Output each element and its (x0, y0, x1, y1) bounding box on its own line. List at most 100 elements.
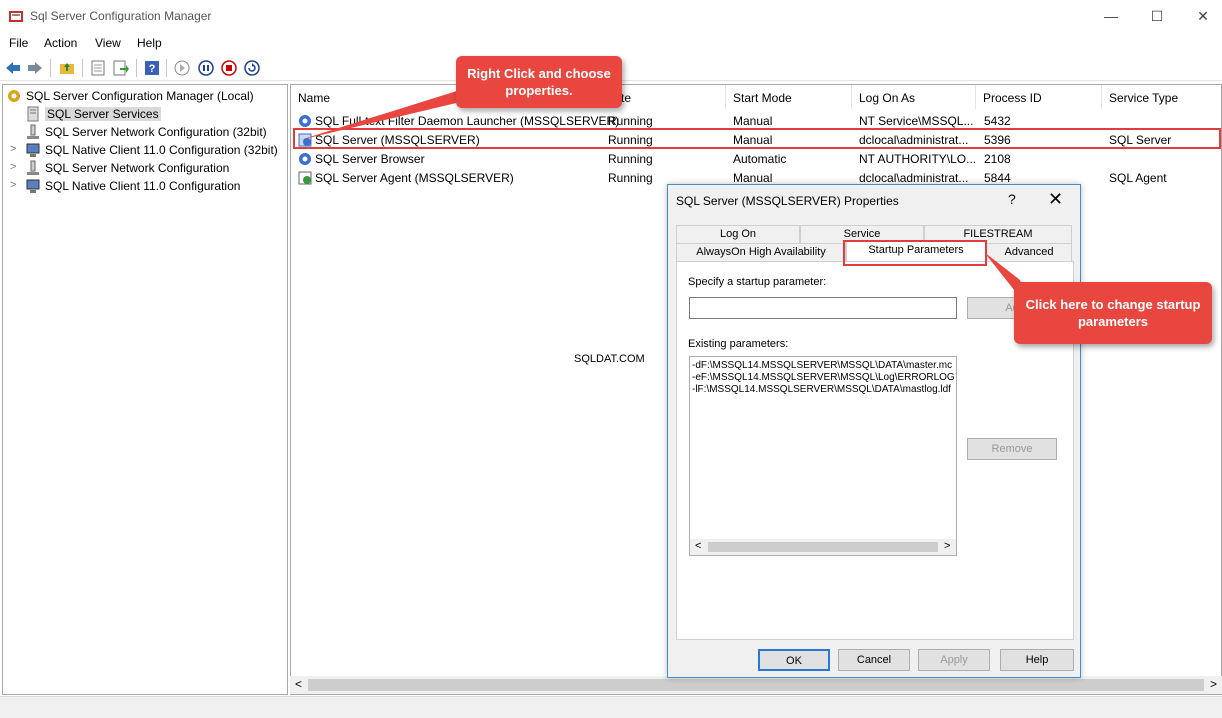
stop-icon[interactable] (220, 59, 238, 77)
row-start-mode: Manual (733, 114, 773, 128)
existing-parameters-list[interactable]: -dF:\MSSQL14.MSSQLSERVER\MSSQL\DATA\mast… (689, 356, 957, 556)
remove-button[interactable]: Remove (967, 438, 1057, 460)
parameter-item[interactable]: -eF:\MSSQL14.MSSQLSERVER\MSSQL\Log\ERROR… (692, 372, 955, 384)
callout-right-click: Right Click and choose properties. (456, 56, 622, 108)
row-log-on-as: NT AUTHORITY\LO... (859, 152, 977, 166)
column-divider (975, 85, 976, 109)
help-icon[interactable]: ? (143, 59, 161, 77)
watermark: SQLDAT.COM (574, 353, 645, 365)
startup-parameter-input[interactable] (689, 297, 957, 319)
parameters-horizontal-scrollbar[interactable]: < > (690, 539, 956, 555)
scroll-right-arrow-icon[interactable]: > (1210, 677, 1217, 691)
tree-pane: SQL Server Configuration Manager (Local)… (2, 84, 288, 695)
menu-action[interactable]: Action (44, 36, 77, 50)
tree-item-native-client[interactable]: SQL Native Client 11.0 Configuration (25, 177, 240, 195)
tree-item-network-config[interactable]: SQL Server Network Configuration (25, 159, 229, 177)
scroll-left-arrow-icon[interactable]: < (695, 540, 701, 552)
scroll-thumb[interactable] (308, 679, 1204, 691)
maximize-button[interactable]: ☐ (1134, 4, 1180, 28)
tree-item-label: SQL Server Services (45, 107, 161, 121)
tree-root-label: SQL Server Configuration Manager (Local) (26, 89, 254, 103)
tree-item-label: SQL Native Client 11.0 Configuration (45, 179, 241, 193)
dialog-title: SQL Server (MSSQLSERVER) Properties (676, 194, 899, 208)
row-log-on-as: dclocal\administrat... (859, 171, 969, 185)
tab-log-on[interactable]: Log On (676, 225, 800, 243)
toolbar-separator (50, 59, 51, 77)
apply-button[interactable]: Apply (918, 649, 990, 671)
row-name[interactable]: SQL Server Agent (MSSQLSERVER) (315, 171, 514, 185)
svg-text:?: ? (149, 63, 156, 75)
app-icon (9, 11, 23, 22)
properties-icon[interactable] (89, 59, 107, 77)
tree-item-network-config-32bit[interactable]: SQL Server Network Configuration (32bit) (25, 123, 267, 141)
network-config-icon (27, 160, 39, 175)
config-manager-icon (8, 90, 20, 102)
row-process-id: 2108 (984, 152, 1011, 166)
start-icon[interactable] (173, 59, 191, 77)
column-header-start-mode[interactable]: Start Mode (733, 91, 792, 105)
row-service-type: SQL Agent (1109, 171, 1167, 185)
back-icon[interactable] (4, 59, 22, 77)
status-bar (0, 696, 1222, 718)
callout-change-params: Click here to change startup parameters (1014, 282, 1212, 344)
list-horizontal-scrollbar[interactable]: < > (290, 676, 1222, 694)
column-header-process-id[interactable]: Process ID (983, 91, 1042, 105)
column-divider (1101, 85, 1102, 109)
tree-root[interactable]: SQL Server Configuration Manager (Local) (6, 87, 254, 105)
tree-item-label: SQL Native Client 11.0 Configuration (32… (45, 143, 278, 157)
column-header-state[interactable]: te (621, 91, 631, 105)
tab-alwayson[interactable]: AlwaysOn High Availability (676, 243, 846, 261)
tree-item-sql-server-services[interactable]: SQL Server Services (25, 105, 161, 123)
native-client-icon (26, 179, 40, 193)
menu-view[interactable]: View (95, 36, 121, 50)
window-title: Sql Server Configuration Manager (30, 9, 212, 23)
toolbar-separator (82, 59, 83, 77)
toolbar-separator (136, 59, 137, 77)
parameter-item[interactable]: -lF:\MSSQL14.MSSQLSERVER\MSSQL\DATA\mast… (692, 384, 954, 396)
menu-bar: File Action View Help (0, 32, 1222, 54)
scroll-thumb[interactable] (708, 542, 938, 552)
column-header-service-type[interactable]: Service Type (1109, 91, 1178, 105)
forward-icon[interactable] (26, 59, 44, 77)
menu-help[interactable]: Help (137, 36, 162, 50)
menu-file[interactable]: File (9, 36, 28, 50)
cancel-button[interactable]: Cancel (838, 649, 910, 671)
parameter-item[interactable]: -dF:\MSSQL14.MSSQLSERVER\MSSQL\DATA\mast… (692, 360, 954, 372)
restart-icon[interactable] (243, 59, 261, 77)
scroll-right-arrow-icon[interactable]: > (944, 540, 950, 552)
title-bar: Sql Server Configuration Manager — ☐ ✕ (0, 0, 1222, 32)
tree-item-native-client-32bit[interactable]: SQL Native Client 11.0 Configuration (32… (25, 141, 278, 159)
pause-icon[interactable] (197, 59, 215, 77)
scroll-left-arrow-icon[interactable]: < (295, 677, 302, 691)
row-state: Running (608, 152, 653, 166)
expand-chevron-icon[interactable]: > (10, 143, 16, 155)
dialog-close-button[interactable]: ✕ (1048, 189, 1063, 210)
close-button[interactable]: ✕ (1180, 4, 1222, 28)
minimize-button[interactable]: — (1088, 4, 1134, 28)
column-header-log-on-as[interactable]: Log On As (859, 91, 915, 105)
service-running-icon (299, 153, 311, 165)
help-button[interactable]: Help (1000, 649, 1074, 671)
column-divider (725, 85, 726, 109)
column-divider (851, 85, 852, 109)
tree-item-label: SQL Server Network Configuration (32bit) (45, 125, 267, 139)
export-icon[interactable] (112, 59, 130, 77)
ok-button[interactable]: OK (758, 649, 830, 671)
agent-icon (298, 171, 312, 185)
expand-chevron-icon[interactable]: > (10, 179, 16, 191)
up-folder-icon[interactable] (58, 59, 76, 77)
row-state: Running (608, 114, 653, 128)
dialog-help-icon[interactable]: ? (1008, 191, 1016, 207)
network-config-icon (27, 124, 39, 139)
row-process-id: 5432 (984, 114, 1011, 128)
row-start-mode: Automatic (733, 152, 787, 166)
row-log-on-as: NT Service\MSSQL... (859, 114, 974, 128)
row-start-mode: Manual (733, 171, 773, 185)
row-name[interactable]: SQL Server Browser (315, 152, 425, 166)
expand-chevron-icon[interactable]: > (10, 161, 16, 173)
toolbar-separator (166, 59, 167, 77)
tree-item-label: SQL Server Network Configuration (45, 161, 230, 175)
row-process-id: 5844 (984, 171, 1011, 185)
existing-parameters-label: Existing parameters: (688, 338, 789, 350)
row-state: Running (608, 171, 653, 185)
